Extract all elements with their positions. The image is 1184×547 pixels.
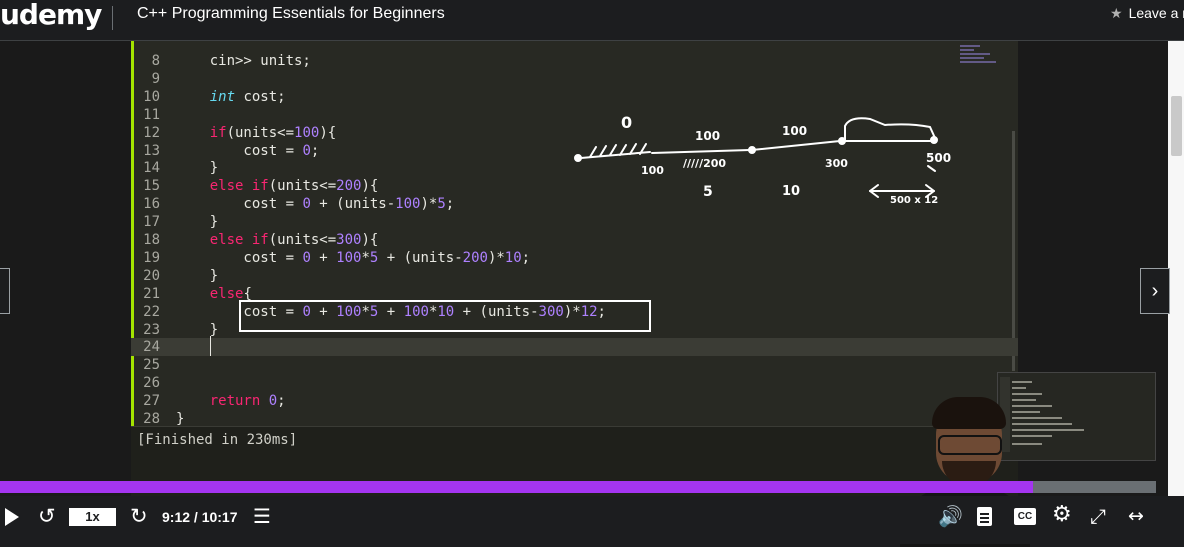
line-number: 21	[143, 285, 160, 302]
line-code: else if(units<=200){	[209, 178, 379, 195]
play-icon[interactable]	[5, 508, 19, 526]
progress-fill	[0, 481, 1034, 493]
highlight-box	[239, 300, 651, 332]
fullscreen-icon[interactable]: ⤢	[1090, 504, 1106, 528]
line-code: cost = 0;	[176, 142, 320, 159]
line-code: return 0;	[209, 393, 286, 410]
line-number: 24	[143, 339, 160, 356]
header-divider	[112, 6, 113, 30]
time-display: 9:12 / 10:17	[162, 509, 238, 525]
annot-ten: 10	[782, 184, 801, 199]
text-cursor	[210, 336, 211, 356]
code-line: 26	[131, 374, 1018, 392]
course-sidebar-scroll[interactable]	[1168, 41, 1184, 496]
code-line: 8 cin>> units;	[131, 52, 1018, 70]
video-stage[interactable]: 8 cin>> units; 9 10 int cost; 11 12 if(units…	[0, 41, 1184, 547]
line-code: }	[176, 160, 219, 177]
leave-rating-label: Leave a r	[1128, 5, 1184, 21]
code-line: 25	[131, 356, 1018, 374]
volume-icon[interactable]: 🔊	[938, 504, 963, 528]
rewind-5-icon[interactable]: ↺	[38, 504, 56, 528]
build-output-text: [Finished in 230ms]	[137, 432, 298, 448]
captions-icon[interactable]: CC	[1014, 508, 1036, 525]
line-number: 8	[151, 53, 160, 69]
line-number: 15	[143, 178, 160, 195]
line-number: 23	[143, 321, 160, 338]
line-code: else if(units<=300){	[209, 232, 379, 248]
annot-five: 5	[703, 184, 713, 200]
line-code: }	[176, 267, 219, 284]
line-number: 18	[143, 232, 160, 248]
udemy-logo[interactable]: udemy	[0, 0, 102, 31]
previous-lecture-button[interactable]: ‹	[0, 268, 10, 314]
code-line: 19 cost = 0 + 100*5 + (units-200)*10;	[131, 249, 1018, 267]
code-line: 17 }	[131, 213, 1018, 231]
line-code: if(units<=100){	[209, 124, 337, 141]
line-number: 12	[143, 124, 160, 141]
star-icon: ★	[1110, 5, 1123, 21]
line-code: cost = 0 + (units-100)*5;	[176, 196, 455, 213]
line-number: 19	[143, 249, 160, 266]
video-progress-bar[interactable]	[0, 481, 1156, 493]
player-controls: ↺ 1x ↻ 9:12 / 10:17 ☰ 🔊 CC ⚙ ⤢ ↔	[0, 496, 1184, 544]
annot-five-hundred: 500	[926, 151, 952, 165]
line-number: 14	[143, 160, 160, 177]
line-number: 16	[143, 196, 160, 213]
transcript-icon[interactable]	[977, 507, 992, 526]
code-line: 20 }	[131, 267, 1018, 285]
annot-hundred-top2: 100	[782, 124, 808, 138]
notes-icon[interactable]: ☰	[253, 504, 271, 528]
annot-zero: 0	[621, 113, 633, 132]
code-line: 18 else if(units<=300){	[131, 231, 1018, 249]
expand-icon[interactable]: ↔	[1128, 505, 1144, 527]
course-title[interactable]: C++ Programming Essentials for Beginners	[137, 5, 445, 23]
code-line: 9	[131, 70, 1018, 88]
annot-rate-label: 500 x 12	[890, 195, 939, 206]
code-line: 24	[131, 338, 1018, 357]
video-thumbnail-preview	[997, 372, 1156, 461]
line-code: cost = 0 + 100*5 + (units-200)*10;	[176, 249, 531, 266]
line-code: int cost;	[209, 88, 286, 105]
line-code: cin>> units;	[176, 53, 311, 69]
gear-icon[interactable]: ⚙	[1052, 502, 1072, 527]
playback-rate-button[interactable]: 1x	[69, 508, 116, 526]
line-number: 26	[143, 375, 160, 392]
line-number: 20	[143, 267, 160, 284]
line-number: 25	[143, 357, 160, 374]
line-number: 13	[143, 142, 160, 159]
line-number: 9	[151, 70, 160, 87]
line-number: 10	[143, 88, 160, 105]
line-code: }	[176, 214, 219, 231]
top-bar: udemy C++ Programming Essentials for Beg…	[0, 0, 1184, 41]
annot-two-hundred: /////200	[683, 157, 727, 170]
line-code: }	[176, 321, 219, 338]
code-line: 10 int cost;	[131, 88, 1018, 106]
line-number: 17	[143, 214, 160, 231]
line-number: 22	[143, 303, 160, 320]
annot-hundred-bottom: 100	[641, 164, 664, 177]
annot-three-hundred: 300	[825, 157, 848, 170]
forward-5-icon[interactable]: ↻	[130, 504, 148, 528]
next-lecture-button[interactable]: ›	[1140, 268, 1170, 314]
line-number: 27	[143, 393, 160, 410]
line-number: 11	[143, 106, 160, 123]
leave-rating-button[interactable]: ★ Leave a r	[1110, 5, 1184, 22]
annot-hundred-top: 100	[695, 129, 721, 143]
scrollbar-thumb[interactable]	[1171, 96, 1182, 156]
line-code: }	[176, 411, 185, 427]
chevron-right-icon: ›	[1151, 280, 1159, 302]
